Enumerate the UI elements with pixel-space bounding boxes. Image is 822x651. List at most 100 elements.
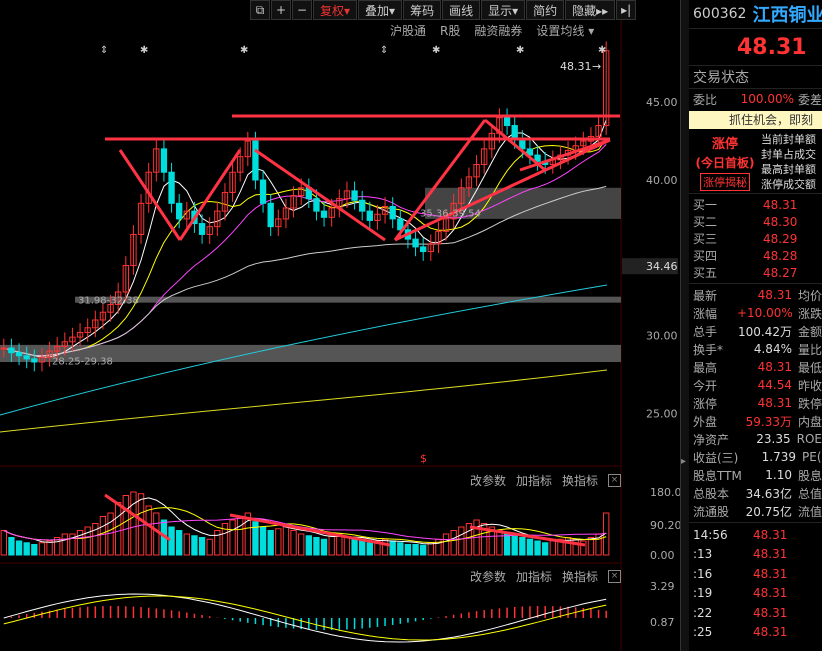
stat-label: 换手*: [693, 342, 724, 357]
candle-body: [176, 202, 183, 220]
ratio-label: 委比: [693, 92, 718, 107]
price-row: 48.31 涨停: [689, 29, 822, 66]
order-book-row: 买二 48.30: [689, 213, 822, 230]
stat-right-label: 股息: [797, 468, 822, 483]
stat-row: 净资产 23.35 ROE: [689, 430, 822, 448]
stat-label: 今开: [693, 378, 718, 393]
window-icon[interactable]: ⧉: [250, 0, 270, 20]
simple-button[interactable]: 简约: [526, 0, 565, 20]
book-price: 48.27: [763, 265, 798, 280]
candle-body: [168, 171, 175, 204]
change-indicator-button[interactable]: 换指标: [562, 568, 598, 585]
edit-params-button[interactable]: 改参数: [470, 568, 506, 585]
volume-bar: [15, 540, 23, 556]
kline-chart[interactable]: 45.00 40.00 30.00 25.00 34.46 31.98-32.38 28.2…: [0, 0, 680, 651]
event-marker-icon: ⇕: [380, 45, 388, 56]
volume-bar: [107, 512, 114, 556]
stat-value: +10.00%: [736, 306, 793, 320]
tick-time: :13: [693, 547, 713, 562]
lim-line: 涨停成交额: [761, 178, 816, 191]
hgt-link[interactable]: 沪股通: [390, 22, 426, 39]
stat-right-label: PE(: [802, 450, 822, 464]
lim-line: 当前封单额: [761, 133, 816, 146]
event-marker-icon: ✱: [240, 45, 248, 56]
dividend-marker-icon: $: [420, 452, 427, 465]
ratio-row: 委比 100.00% 委差: [689, 89, 822, 109]
stat-value: 48.31: [757, 396, 792, 410]
volume-bar: [130, 491, 137, 556]
volume-bar: [496, 530, 503, 556]
volume-bar: [359, 540, 366, 556]
close-icon[interactable]: ×: [608, 570, 622, 583]
next-button[interactable]: ▸|: [616, 0, 637, 20]
price-tick-label: 40.00: [646, 174, 678, 187]
candle-body: [23, 355, 30, 360]
volume-bar: [76, 530, 84, 556]
stat-right-label: 总值: [797, 486, 822, 501]
collapse-arrow-icon[interactable]: ▸: [681, 456, 686, 467]
add-indicator-button[interactable]: 加指标: [516, 568, 552, 585]
stat-row: 外盘 59.33万 内盘: [689, 412, 822, 430]
chart-area[interactable]: 45.00 40.00 30.00 25.00 34.46 31.98-32.38 28.2…: [0, 0, 680, 651]
book-level: 买五: [693, 266, 718, 280]
stat-value: 4.84%: [753, 342, 792, 356]
volume-bar: [84, 526, 91, 556]
display-button[interactable]: 显示▾: [481, 0, 526, 20]
close-icon[interactable]: ×: [608, 474, 622, 487]
stat-row: 收益(三) 1.739 PE(: [689, 448, 822, 466]
limit-up-detail-button[interactable]: 涨停揭秘: [700, 173, 750, 191]
tick-time: :19: [693, 586, 713, 601]
stat-row: 换手* 4.84% 量比: [689, 340, 822, 358]
volume-bar: [313, 537, 320, 556]
ma-settings-button[interactable]: 设置均线 ▾: [536, 22, 594, 39]
change-indicator-button[interactable]: 换指标: [562, 472, 598, 489]
zoom-in-button[interactable]: +: [271, 0, 291, 20]
draw-line-button[interactable]: 画线: [442, 0, 481, 20]
volume-bar: [427, 542, 434, 556]
tick-row: :25 48.31: [689, 623, 822, 643]
stat-right-label: 最低: [797, 360, 822, 375]
volume-bar: [420, 544, 427, 556]
stat-label: 流通股: [693, 504, 730, 519]
range-label: 35.36-39.54: [420, 209, 481, 220]
edit-params-button[interactable]: 改参数: [470, 472, 506, 489]
volume-bar: [259, 526, 267, 556]
stat-right-label: 跌停: [797, 396, 822, 411]
add-indicator-button[interactable]: 加指标: [516, 472, 552, 489]
volume-tick-label: 0.00: [650, 549, 675, 562]
volume-bar: [381, 538, 389, 556]
event-marker-icon: ✱: [140, 45, 148, 56]
stat-row: 最高 48.31 最低: [689, 358, 822, 376]
limit-up-box: 涨停 (今日首板) 涨停揭秘 当前封单额 封单占成交 最高封单额 涨停成交额: [689, 131, 822, 194]
stat-row: 总股本 34.63亿 总值: [689, 484, 822, 502]
stat-row: 总手 100.42万 金额: [689, 322, 822, 340]
event-marker-icon: ✱: [432, 45, 440, 56]
book-level: 买一: [693, 198, 718, 212]
adjust-rights-button[interactable]: 复权▾: [313, 0, 358, 20]
stat-label: 总股本: [693, 486, 730, 501]
r-share-link[interactable]: R股: [440, 22, 460, 39]
stats-table: 最新 48.31 均价 涨幅 +10.00% 涨跌 总手 100.42万 金额 换手* 4.84% 量…: [689, 284, 822, 523]
hide-button[interactable]: 隐藏▸▸: [565, 0, 616, 20]
zoom-out-button[interactable]: −: [292, 0, 312, 20]
tick-row: :22 48.31: [689, 603, 822, 623]
volume-bar: [412, 544, 419, 556]
margin-trading-link[interactable]: 融资融券: [474, 22, 522, 39]
ma5-line: [3, 119, 607, 358]
volume-bar: [206, 538, 213, 556]
chips-button[interactable]: 筹码: [403, 0, 442, 20]
trend-line: [519, 138, 611, 172]
volume-bar: [168, 526, 175, 556]
opportunity-banner[interactable]: 抓住机会，即刻: [689, 111, 822, 129]
tick-price: 48.31: [753, 547, 788, 562]
volume-bar: [92, 523, 99, 556]
price-tick-label: 30.00: [646, 330, 678, 343]
stat-value: 23.35: [756, 432, 791, 446]
volume-bar: [214, 530, 221, 556]
volume-bar: [290, 530, 297, 556]
overlay-button[interactable]: 叠加▾: [358, 0, 403, 20]
stat-right-label: 昨收: [797, 378, 822, 393]
tick-price: 48.31: [753, 586, 788, 601]
stat-value: 59.33万: [745, 414, 792, 429]
book-price: 48.31: [763, 197, 798, 212]
